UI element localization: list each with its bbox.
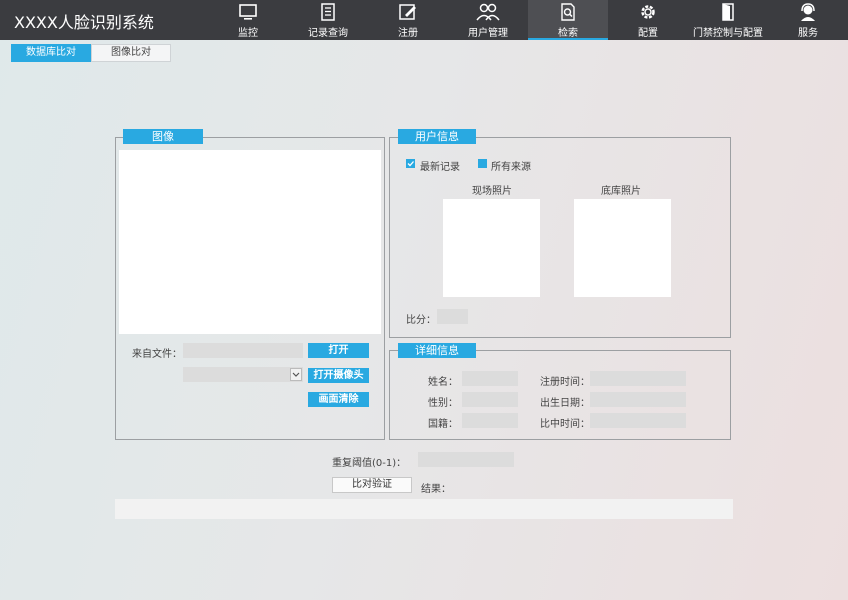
latest-record-label: 最新记录 (420, 162, 460, 173)
user-info-title: 用户信息 (398, 129, 476, 144)
all-sources-radio[interactable] (478, 159, 487, 168)
support-icon (801, 3, 815, 21)
nav-config[interactable]: 配置 (608, 0, 688, 40)
result-bar (115, 499, 733, 519)
match-time-field (590, 413, 686, 428)
tab-image-compare[interactable]: 图像比对 (91, 44, 171, 62)
score-label: 比分： (406, 315, 436, 326)
latest-record-checkbox[interactable] (406, 159, 415, 168)
from-file-label: 来自文件： (132, 349, 182, 360)
chevron-down-icon[interactable] (290, 368, 302, 381)
door-icon (722, 3, 734, 21)
all-sources-label: 所有来源 (491, 162, 531, 173)
scene-photo (443, 199, 540, 297)
monitor-icon (239, 4, 257, 20)
db-photo-label: 底库照片 (601, 186, 641, 197)
register-time-field (590, 371, 686, 386)
tab-database-compare[interactable]: 数据库比对 (11, 44, 91, 62)
gender-field (462, 392, 518, 407)
register-time-label: 注册时间： (540, 377, 590, 388)
nav-register[interactable]: 注册 (368, 0, 448, 40)
name-label: 姓名： (428, 377, 458, 388)
nav-service[interactable]: 服务 (768, 0, 848, 40)
verify-button[interactable]: 比对验证 (332, 477, 412, 493)
nationality-label: 国籍： (428, 419, 458, 430)
nav-label: 监控 (238, 28, 258, 39)
nav-label: 服务 (798, 28, 818, 39)
app-title: XXXX人脸识别系统 (14, 13, 154, 32)
users-icon (476, 3, 500, 21)
gear-icon (641, 5, 655, 19)
document-icon (321, 3, 335, 21)
nav-search[interactable]: 检索 (528, 0, 608, 40)
clear-screen-button[interactable]: 画面清除 (308, 392, 369, 407)
file-path-field[interactable] (183, 343, 303, 358)
detail-info-title: 详细信息 (398, 343, 476, 358)
nav-monitor[interactable]: 监控 (208, 0, 288, 40)
threshold-field[interactable] (418, 452, 514, 467)
db-photo (574, 199, 671, 297)
nav-records[interactable]: 记录查询 (288, 0, 368, 40)
nationality-field (462, 413, 518, 428)
nav-label: 配置 (638, 28, 658, 39)
name-field (462, 371, 518, 386)
birth-date-label: 出生日期： (540, 398, 590, 409)
gender-label: 性别： (428, 398, 458, 409)
search-file-icon (561, 3, 575, 21)
birth-date-field (590, 392, 686, 407)
image-preview (119, 150, 381, 334)
scene-photo-label: 现场照片 (472, 186, 512, 197)
image-panel-title: 图像 (123, 129, 203, 144)
match-time-label: 比中时间： (540, 419, 590, 430)
score-field (437, 309, 468, 324)
top-navigation-bar: XXXX人脸识别系统 监控 记录查询 注册 用户管理 检索 配置 门禁控制与配置… (0, 0, 848, 40)
nav-label: 注册 (398, 28, 418, 39)
open-camera-button[interactable]: 打开摄像头 (308, 368, 369, 383)
nav-label: 检索 (558, 28, 578, 39)
result-label: 结果： (421, 484, 451, 495)
nav-user-management[interactable]: 用户管理 (448, 0, 528, 40)
nav-label: 记录查询 (308, 28, 348, 39)
camera-select[interactable] (183, 367, 303, 382)
nav-label: 门禁控制与配置 (693, 28, 763, 39)
nav-access-control[interactable]: 门禁控制与配置 (688, 0, 768, 40)
nav-label: 用户管理 (468, 28, 508, 39)
open-button[interactable]: 打开 (308, 343, 369, 358)
edit-icon (399, 4, 416, 20)
threshold-label: 重复阈值(0-1)： (332, 458, 407, 469)
